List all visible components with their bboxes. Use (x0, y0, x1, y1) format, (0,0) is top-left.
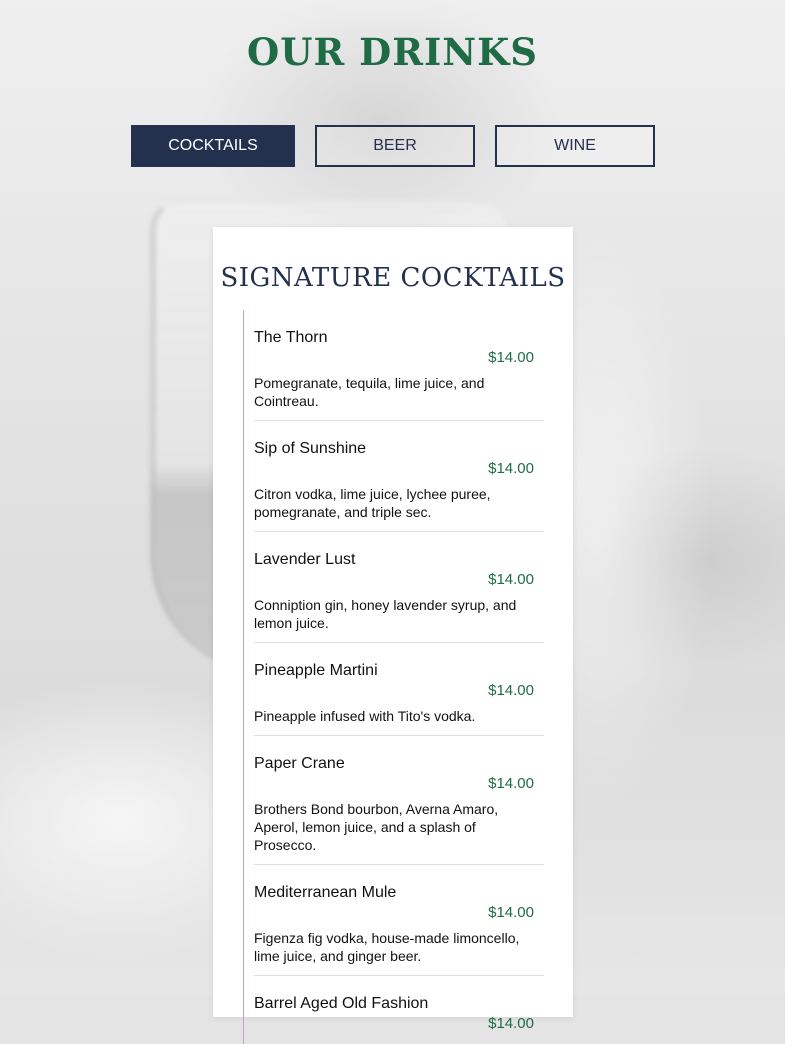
menu-item-name: Paper Crane (254, 755, 345, 772)
tab-wine[interactable]: WINE (495, 125, 655, 167)
menu-item-price: $14.00 (488, 1015, 534, 1032)
menu-item-price: $14.00 (488, 349, 534, 366)
tab-cocktails[interactable]: COCKTAILS (131, 125, 295, 167)
menu-item-name: Mediterranean Mule (254, 884, 397, 901)
menu-item-name: The Thorn (254, 329, 328, 346)
menu-item-price: $14.00 (488, 682, 534, 699)
menu-item-name: Lavender Lust (254, 551, 356, 568)
menu-item: Pineapple Martini $14.00 Pineapple infus… (254, 643, 544, 736)
menu-item-description: Pineapple infused with Tito's vodka. (254, 708, 476, 724)
menu-item: Lavender Lust $14.00 Conniption gin, hon… (254, 532, 544, 643)
menu-list: The Thorn $14.00 Pomegranate, tequila, l… (243, 310, 544, 1044)
menu-item-price: $14.00 (488, 571, 534, 588)
menu-item: Barrel Aged Old Fashion $14.00 (254, 976, 544, 1044)
menu-item-price: $14.00 (488, 904, 534, 921)
menu-item-description: Brothers Bond bourbon, Averna Amaro, Ape… (254, 801, 499, 853)
menu-item: The Thorn $14.00 Pomegranate, tequila, l… (254, 310, 544, 421)
menu-item-description: Figenza fig vodka, house-made limoncello… (254, 930, 520, 964)
menu-section-heading: SIGNATURE COCKTAILS (220, 263, 566, 293)
menu-card: SIGNATURE COCKTAILS The Thorn $14.00 Pom… (213, 227, 573, 1044)
menu-item-description: Pomegranate, tequila, lime juice, and Co… (254, 375, 485, 409)
menu-item: Paper Crane $14.00 Brothers Bond bourbon… (254, 736, 544, 865)
menu-item-price: $14.00 (488, 460, 534, 477)
menu-item-name: Barrel Aged Old Fashion (254, 995, 429, 1012)
menu-item-price: $14.00 (488, 775, 534, 792)
menu-item-description: Citron vodka, lime juice, lychee puree, … (254, 486, 491, 520)
menu-item: Sip of Sunshine $14.00 Citron vodka, lim… (254, 421, 544, 532)
menu-item-name: Sip of Sunshine (254, 440, 367, 457)
menu-item-name: Pineapple Martini (254, 662, 378, 679)
tab-beer[interactable]: BEER (315, 125, 475, 167)
page-title: OUR DRINKS (247, 30, 538, 74)
menu-item: Mediterranean Mule $14.00 Figenza fig vo… (254, 865, 544, 976)
menu-item-description: Conniption gin, honey lavender syrup, an… (254, 597, 517, 631)
